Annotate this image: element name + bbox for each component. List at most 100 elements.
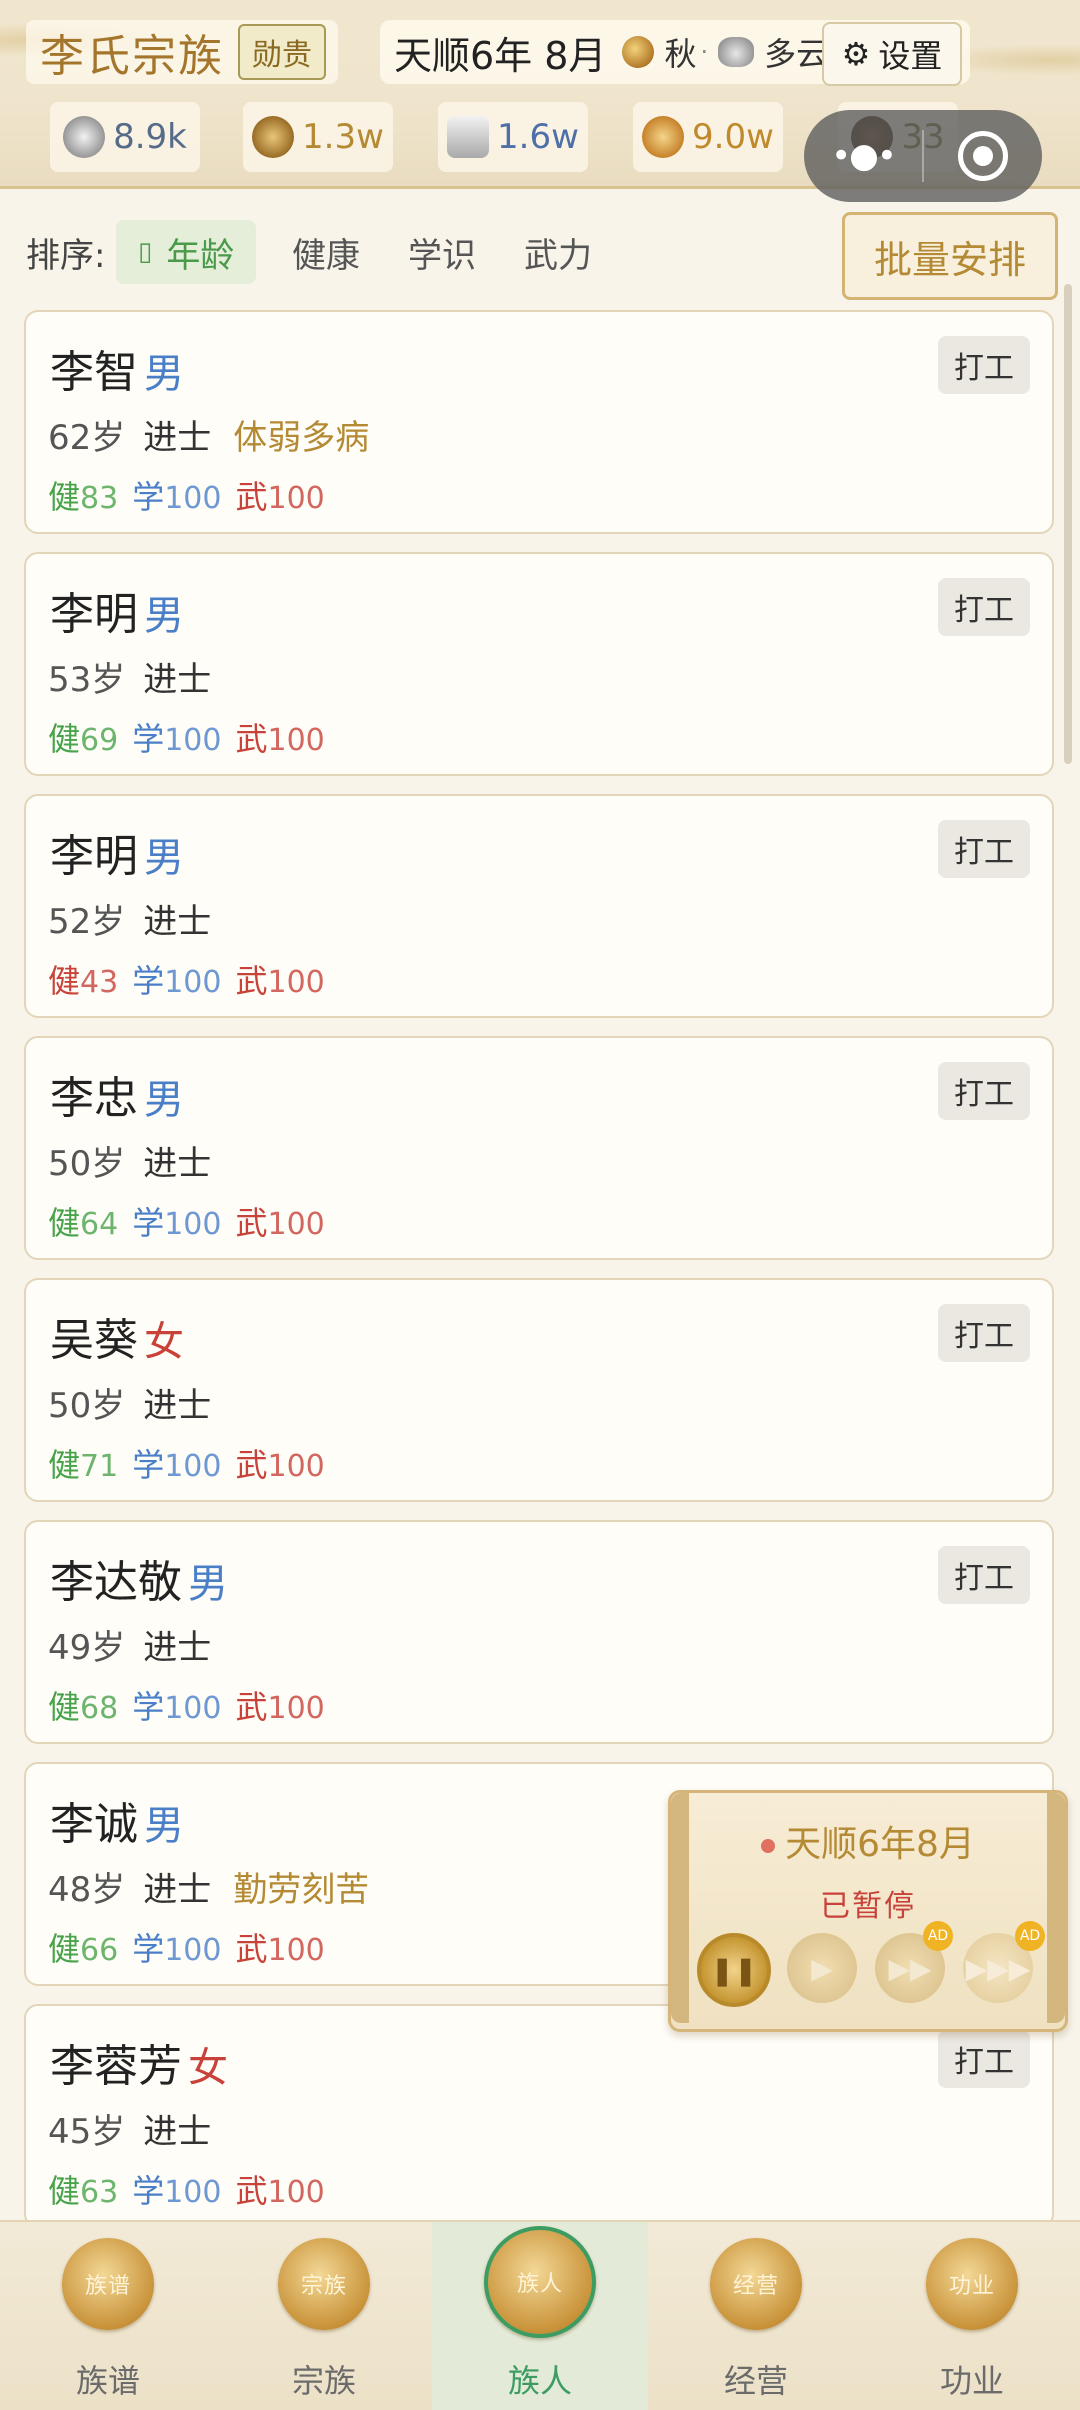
martial-stat: 武100 — [235, 1204, 325, 1242]
tab-label: 宗族 — [291, 2362, 356, 2400]
scrollbar[interactable] — [1064, 284, 1072, 764]
study-stat: 学100 — [132, 1688, 222, 1726]
sort-option-label: 健康 — [292, 235, 360, 276]
sort-option-study[interactable]: 学识 — [386, 220, 498, 284]
tab-clan[interactable]: 宗族 宗族 — [216, 2222, 432, 2410]
work-button[interactable]: 打工 — [938, 2030, 1030, 2088]
health-stat: 健66 — [48, 1930, 119, 1968]
member-stats: 健83 学100 武100 — [48, 472, 325, 518]
member-name-line: 李智男 — [50, 336, 184, 400]
member-info: 50岁 进士 — [48, 1136, 211, 1185]
work-button[interactable]: 打工 — [938, 336, 1030, 394]
clan-box[interactable]: 李氏宗族 勋贵 — [26, 20, 338, 84]
more-menu-button[interactable]: •●• — [804, 110, 922, 202]
tab-label: 功业 — [939, 2362, 1004, 2400]
health-stat: 健71 — [48, 1446, 119, 1484]
study-stat: 学100 — [132, 962, 222, 1000]
date-weather-box: 天顺6年 8月 秋 · 多云 ⚙ 设置 — [380, 20, 970, 86]
member-card[interactable]: 李忠男 50岁 进士 健64 学100 武100 打工 — [24, 1036, 1054, 1260]
resource-silver[interactable]: 8.9k — [50, 102, 200, 172]
health-stat: 健63 — [48, 2172, 119, 2210]
member-info: 45岁 进士 — [48, 2104, 211, 2153]
target-icon — [958, 131, 1008, 181]
member-degree: 进士 — [143, 1144, 212, 1184]
member-card[interactable]: 李蓉芳女 45岁 进士 健63 学100 武100 打工 — [24, 2004, 1054, 2228]
study-stat: 学100 — [132, 2172, 222, 2210]
member-name-line: 吴葵女 — [50, 1304, 184, 1368]
martial-stat: 武100 — [235, 962, 325, 1000]
tab-genealogy[interactable]: 族谱 族谱 — [0, 2222, 216, 2410]
member-sex: 男 — [188, 1561, 228, 1607]
sort-option-health[interactable]: 健康 — [270, 220, 382, 284]
fame-icon — [642, 116, 685, 158]
health-stat: 健68 — [48, 1688, 119, 1726]
tab-label: 族人 — [507, 2362, 572, 2400]
study-stat: 学100 — [132, 1930, 222, 1968]
member-info: 62岁 进士 体弱多病 — [48, 410, 369, 459]
settings-button[interactable]: ⚙ 设置 — [822, 22, 962, 86]
resource-fame[interactable]: 9.0w — [633, 102, 783, 172]
member-stats: 健63 学100 武100 — [48, 2166, 325, 2212]
member-card[interactable]: 李达敬男 49岁 进士 健68 学100 武100 打工 — [24, 1520, 1054, 1744]
rank-badge: 勋贵 — [238, 24, 326, 80]
member-sex: 男 — [144, 593, 184, 639]
season-text: 秋 — [664, 35, 697, 73]
play-button[interactable]: ▶ — [787, 1933, 857, 2003]
member-info: 53岁 进士 — [48, 652, 211, 701]
martial-stat: 武100 — [235, 478, 325, 516]
member-degree: 进士 — [143, 2112, 212, 2152]
member-stats: 健71 学100 武100 — [48, 1440, 325, 1486]
member-age: 53岁 — [48, 660, 126, 700]
work-button[interactable]: 打工 — [938, 1062, 1030, 1120]
member-age: 45岁 — [48, 2112, 126, 2152]
member-name: 李诚 — [50, 1799, 138, 1850]
sort-option-age[interactable]: ▯ 年龄 — [116, 220, 257, 284]
member-degree: 进士 — [143, 418, 212, 458]
health-stat: 健69 — [48, 720, 119, 758]
work-button[interactable]: 打工 — [938, 578, 1030, 636]
sort-option-martial[interactable]: 武力 — [502, 220, 614, 284]
resource-scroll[interactable]: 1.6w — [438, 102, 588, 172]
member-age: 49岁 — [48, 1628, 126, 1668]
genealogy-book-icon: 族谱 — [62, 2238, 154, 2330]
work-button[interactable]: 打工 — [938, 1304, 1030, 1362]
tab-business[interactable]: 经营 经营 — [648, 2222, 864, 2410]
batch-arrange-button[interactable]: 批量安排 — [842, 212, 1058, 300]
close-button[interactable] — [924, 110, 1042, 202]
bottom-nav: 族谱 族谱 宗族 宗族 族人 族人 经营 经营 功业 功业 — [0, 2220, 1080, 2410]
member-card[interactable]: 李明男 53岁 进士 健69 学100 武100 打工 — [24, 552, 1054, 776]
scroll-icon — [447, 116, 490, 158]
resource-value: 1.6w — [497, 117, 579, 157]
pause-status: 已暂停 — [820, 1889, 916, 1924]
member-name: 李蓉芳 — [50, 2041, 182, 2092]
member-info: 52岁 进士 — [48, 894, 211, 943]
play-icon: ▶ — [811, 1951, 833, 1985]
member-stats: 健66 学100 武100 — [48, 1924, 325, 1970]
member-card[interactable]: 吴葵女 50岁 进士 健71 学100 武100 打工 — [24, 1278, 1054, 1502]
member-card[interactable]: 李明男 52岁 进士 健43 学100 武100 打工 — [24, 794, 1054, 1018]
member-card[interactable]: 李智男 62岁 进士 体弱多病 健83 学100 武100 打工 — [24, 310, 1054, 534]
member-stats: 健43 学100 武100 — [48, 956, 325, 1002]
tab-members[interactable]: 族人 族人 — [432, 2222, 648, 2410]
tab-achievements[interactable]: 功业 功业 — [864, 2222, 1080, 2410]
pause-button[interactable]: ❚❚ — [697, 1933, 771, 2007]
martial-stat: 武100 — [235, 1930, 325, 1968]
health-stat: 健43 — [48, 962, 119, 1000]
member-name: 吴葵 — [50, 1315, 138, 1366]
resource-money[interactable]: 1.3w — [243, 102, 393, 172]
member-name: 李明 — [50, 831, 138, 882]
member-degree: 进士 — [143, 1386, 212, 1426]
member-info: 48岁 进士 勤劳刻苦 — [48, 1862, 369, 1911]
sort-bar: 排序: ▯ 年龄 健康 学识 武力 批量安排 — [0, 210, 1080, 300]
member-name-line: 李明男 — [50, 578, 184, 642]
ad-badge: AD — [1015, 1921, 1045, 1951]
work-button[interactable]: 打工 — [938, 1546, 1030, 1604]
pause-icon: ❚❚ — [710, 1953, 758, 1987]
study-stat: 学100 — [132, 478, 222, 516]
work-button[interactable]: 打工 — [938, 820, 1030, 878]
member-name: 李智 — [50, 347, 138, 398]
sort-option-label: 学识 — [408, 235, 476, 276]
mini-program-capsule: •●• — [804, 110, 1042, 202]
separator-dot: · — [700, 38, 709, 66]
silver-icon — [63, 116, 106, 158]
